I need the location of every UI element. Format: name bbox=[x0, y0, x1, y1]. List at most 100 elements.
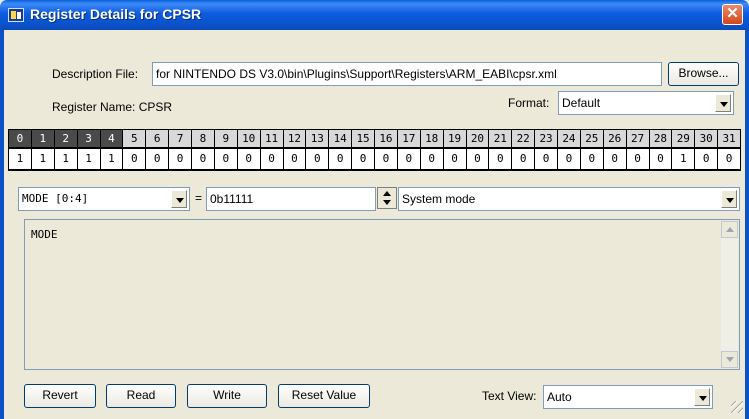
bit-value[interactable]: 0 bbox=[649, 149, 672, 169]
chevron-down-icon[interactable] bbox=[721, 190, 737, 208]
bit-index: 21 bbox=[489, 130, 512, 147]
bit-index: 28 bbox=[649, 130, 672, 147]
frame-left bbox=[0, 30, 4, 419]
close-icon[interactable]: ✕ bbox=[722, 4, 743, 25]
bit-index: 14 bbox=[329, 130, 352, 147]
bit-index: 1 bbox=[31, 130, 54, 147]
equals-label: = bbox=[195, 191, 203, 205]
bit-index: 15 bbox=[352, 130, 374, 147]
bit-value[interactable]: 0 bbox=[718, 149, 740, 169]
field-description-text: MODE bbox=[31, 228, 58, 241]
bit-index: 7 bbox=[169, 130, 191, 147]
bit-value[interactable]: 0 bbox=[306, 149, 329, 169]
bit-index: 25 bbox=[580, 130, 603, 147]
bit-value[interactable]: 0 bbox=[603, 149, 626, 169]
bit-value[interactable]: 1 bbox=[672, 149, 695, 169]
bit-value[interactable]: 0 bbox=[535, 149, 557, 169]
bit-value[interactable]: 0 bbox=[626, 149, 649, 169]
bit-index: 6 bbox=[146, 130, 169, 147]
bit-value[interactable]: 0 bbox=[352, 149, 374, 169]
bit-index: 22 bbox=[512, 130, 535, 147]
bit-value[interactable]: 0 bbox=[580, 149, 603, 169]
bit-index: 24 bbox=[558, 130, 580, 147]
bit-value[interactable]: 0 bbox=[443, 149, 466, 169]
read-button[interactable]: Read bbox=[106, 384, 176, 408]
bit-value[interactable]: 0 bbox=[397, 149, 420, 169]
bit-value[interactable]: 0 bbox=[466, 149, 489, 169]
bit-index: 10 bbox=[237, 130, 260, 147]
bit-index: 27 bbox=[626, 130, 649, 147]
scroll-down-icon[interactable] bbox=[721, 351, 738, 368]
browse-button[interactable]: Browse... bbox=[668, 62, 739, 86]
bit-value[interactable]: 0 bbox=[695, 149, 718, 169]
bit-index: 30 bbox=[695, 130, 718, 147]
window-title: Register Details for CPSR bbox=[30, 6, 202, 22]
bit-value[interactable]: 0 bbox=[420, 149, 443, 169]
bit-index: 19 bbox=[443, 130, 466, 147]
frame-right bbox=[745, 30, 749, 419]
chevron-down-icon[interactable] bbox=[694, 388, 710, 406]
register-name-label: Register Name: CPSR bbox=[52, 100, 173, 114]
bit-index: 4 bbox=[100, 130, 123, 147]
field-value-input[interactable]: 0b11111 bbox=[206, 187, 376, 211]
bit-index: 23 bbox=[535, 130, 557, 147]
bit-value[interactable]: 0 bbox=[512, 149, 535, 169]
format-label: Format: bbox=[508, 96, 550, 110]
bit-value[interactable]: 1 bbox=[9, 149, 31, 169]
register-details-window: Register Details for CPSR ✕ Description … bbox=[0, 0, 749, 419]
format-select[interactable]: Default bbox=[558, 91, 734, 115]
bit-index: 3 bbox=[77, 130, 100, 147]
field-meaning-value: System mode bbox=[402, 192, 476, 206]
bit-index: 17 bbox=[397, 130, 420, 147]
bit-value[interactable]: 1 bbox=[54, 149, 77, 169]
chevron-down-icon[interactable] bbox=[715, 94, 731, 112]
description-file-input[interactable]: for NINTENDO DS V3.0\bin\Plugins\Support… bbox=[152, 62, 662, 86]
bit-value[interactable]: 1 bbox=[31, 149, 54, 169]
bit-index: 13 bbox=[306, 130, 329, 147]
bit-value[interactable]: 0 bbox=[146, 149, 169, 169]
text-view-label: Text View: bbox=[482, 389, 537, 403]
field-meaning-select[interactable]: System mode bbox=[398, 187, 740, 211]
bit-value[interactable]: 0 bbox=[237, 149, 260, 169]
bit-index: 16 bbox=[375, 130, 397, 147]
field-description-textarea[interactable]: MODE bbox=[24, 219, 740, 370]
title-bar[interactable]: Register Details for CPSR ✕ bbox=[0, 0, 749, 30]
chevron-down-icon[interactable] bbox=[171, 190, 187, 208]
text-view-select[interactable]: Auto bbox=[543, 385, 713, 409]
bit-index: 31 bbox=[718, 130, 740, 147]
spinner-icon[interactable] bbox=[377, 187, 397, 209]
text-view-selected-value: Auto bbox=[547, 390, 572, 404]
bit-value[interactable]: 0 bbox=[375, 149, 397, 169]
format-selected-value: Default bbox=[562, 96, 601, 110]
bit-value[interactable]: 1 bbox=[77, 149, 100, 169]
bit-value[interactable]: 0 bbox=[283, 149, 306, 169]
field-select[interactable]: MODE [0:4] bbox=[18, 187, 190, 211]
resize-grip-icon[interactable] bbox=[731, 401, 743, 413]
bit-index: 9 bbox=[214, 130, 237, 147]
scroll-up-icon[interactable] bbox=[721, 221, 738, 238]
bit-value[interactable]: 0 bbox=[329, 149, 352, 169]
bit-index: 12 bbox=[283, 130, 306, 147]
write-button[interactable]: Write bbox=[187, 384, 267, 408]
reset-value-button[interactable]: Reset Value bbox=[278, 384, 370, 408]
register-app-icon bbox=[8, 8, 24, 22]
bit-value[interactable]: 1 bbox=[100, 149, 123, 169]
description-file-label: Description File: bbox=[52, 67, 139, 81]
bit-index: 8 bbox=[192, 130, 214, 147]
bit-index: 20 bbox=[466, 130, 489, 147]
bit-value[interactable]: 0 bbox=[123, 149, 146, 169]
bit-value[interactable]: 0 bbox=[214, 149, 237, 169]
bit-index: 18 bbox=[420, 130, 443, 147]
bit-index: 26 bbox=[603, 130, 626, 147]
vertical-scrollbar[interactable] bbox=[721, 221, 738, 368]
revert-button[interactable]: Revert bbox=[24, 384, 96, 408]
bit-value[interactable]: 0 bbox=[192, 149, 214, 169]
bit-value[interactable]: 0 bbox=[558, 149, 580, 169]
bit-value[interactable]: 0 bbox=[260, 149, 283, 169]
bit-value[interactable]: 0 bbox=[489, 149, 512, 169]
bit-index: 0 bbox=[9, 130, 31, 147]
bit-index: 29 bbox=[672, 130, 695, 147]
bit-index: 11 bbox=[260, 130, 283, 147]
bit-index: 5 bbox=[123, 130, 146, 147]
bit-value[interactable]: 0 bbox=[169, 149, 191, 169]
